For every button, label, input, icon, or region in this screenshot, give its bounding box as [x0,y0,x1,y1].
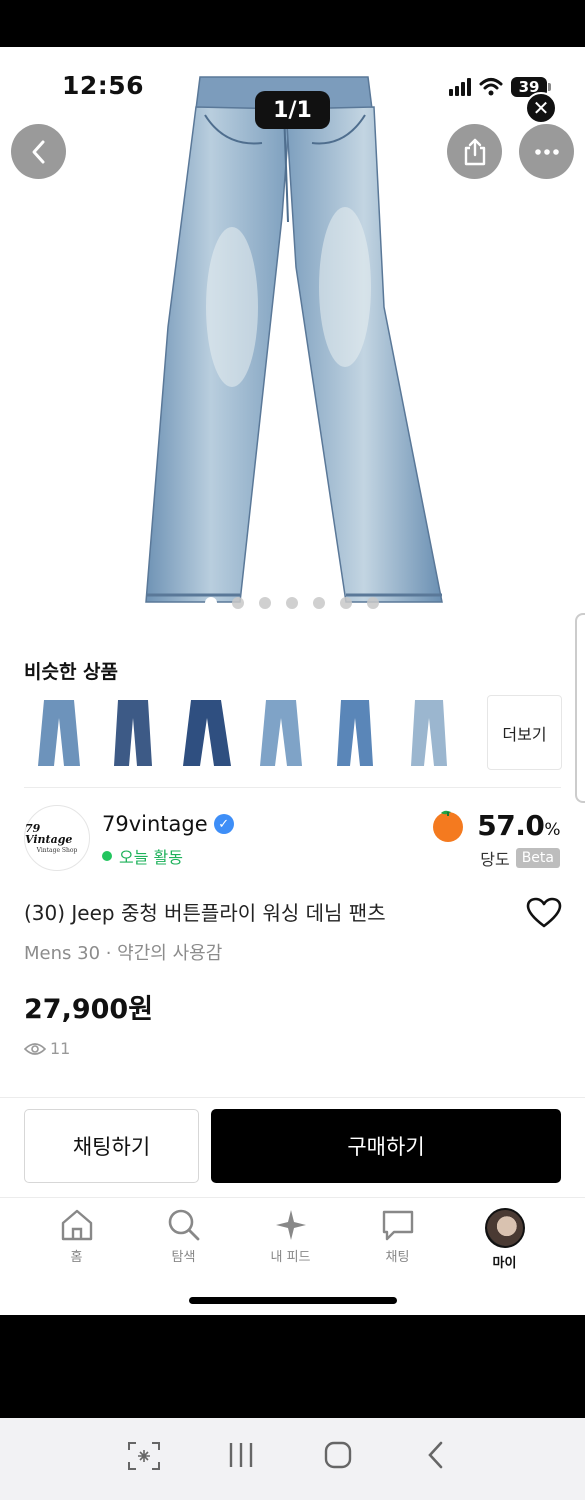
sweetness-score[interactable]: 57.0% [429,807,560,843]
buy-button[interactable]: 구매하기 [211,1109,561,1183]
product-price: 27,900원 [24,994,154,1025]
similar-item[interactable] [24,695,94,771]
sweetness-label: 당도 [480,850,510,869]
tab-search[interactable]: 탐색 [130,1198,237,1277]
home-indicator[interactable] [189,1297,397,1304]
sweetness-value: 57.0% [477,809,560,842]
back-nav-icon[interactable] [424,1440,448,1470]
gallery-page-dots [205,597,379,609]
view-count: 11 [24,1039,70,1058]
similar-item[interactable] [172,695,242,771]
page-dot [259,597,271,609]
divider [24,787,561,788]
close-icon[interactable]: ✕ [525,92,557,124]
product-title: (30) Jeep 중청 버튼플라이 워싱 데님 팬츠 [24,901,386,925]
tab-my[interactable]: 마이 [451,1198,558,1277]
chat-button[interactable]: 채팅하기 [24,1109,199,1183]
sweetness-unit: % [544,819,560,840]
tab-label: 채팅 [385,1250,410,1265]
back-button[interactable] [11,124,66,179]
sweetness-label-row: 당도 Beta [480,846,560,870]
tab-label: 탐색 [171,1250,196,1265]
verified-check-icon: ✓ [213,814,234,834]
similar-item[interactable] [98,695,168,771]
seller-activity: 오늘 활동 [102,844,183,868]
recent-apps-icon[interactable] [226,1440,256,1470]
similar-item[interactable] [394,695,464,771]
similar-more-button[interactable]: 더보기 [487,695,562,770]
beta-badge: Beta [515,848,560,868]
jeans-photo [145,76,443,603]
page-dot [367,597,379,609]
home-icon [61,1209,92,1241]
heart-icon[interactable] [526,897,562,929]
chat-bubble-icon [382,1210,413,1241]
profile-avatar [484,1208,525,1248]
sparkle-icon [275,1210,306,1240]
product-image-gallery[interactable]: 12:56 39 1/1 ✕ [0,47,585,622]
wifi-icon [479,78,503,96]
bottom-black-bar [0,1315,585,1418]
tab-label: 내 피드 [270,1250,311,1265]
page-dot [340,597,352,609]
page-dot [205,597,217,609]
search-icon [168,1209,199,1241]
activity-label: 오늘 활동 [119,848,183,867]
product-subtitle: Mens 30 · 약간의 사용감 [24,943,223,964]
similar-item[interactable] [246,695,316,771]
more-options-button[interactable] [519,124,574,179]
app-screen: 12:56 39 1/1 ✕ 비슷한 상품 더보기 79 Vintage Vin… [0,47,585,1315]
share-icon [464,138,485,165]
status-time: 12:56 [62,71,145,100]
view-count-value: 11 [50,1039,71,1058]
page-dot [313,597,325,609]
sweetness-number: 57.0 [477,808,545,842]
scroll-indicator[interactable] [575,613,585,803]
tab-home[interactable]: 홈 [23,1198,130,1277]
seller-logo-subtext: Vintage Shop [36,846,78,854]
home-button-icon[interactable] [323,1440,353,1470]
orange-fruit-icon [433,810,464,842]
cellular-signal-icon [449,78,471,96]
seller-avatar[interactable]: 79 Vintage Vintage Shop [24,805,90,871]
image-counter: 1/1 [255,91,330,129]
android-navigation-bar [0,1418,585,1500]
tab-label: 마이 [492,1256,517,1271]
seller-name: 79vintage [102,812,208,836]
seller-name-row[interactable]: 79vintage ✓ [102,812,234,836]
action-bar-divider [0,1097,585,1098]
seller-logo-text: 79 Vintage [25,821,73,846]
chevron-left-icon [32,140,44,163]
top-black-bar [0,0,585,47]
similar-section-title: 비슷한 상품 [24,661,119,683]
screenshot-capture-icon[interactable] [126,1440,162,1472]
online-dot-icon [102,851,112,861]
tab-feed[interactable]: 내 피드 [237,1198,344,1277]
eye-icon [24,1042,46,1055]
share-button[interactable] [447,124,502,179]
bottom-tab-bar: 홈 탐색 내 피드 채팅 마이 [0,1197,585,1277]
similar-items-row [24,695,464,771]
tab-chat[interactable]: 채팅 [344,1198,451,1277]
more-dots-icon [534,148,559,155]
page-dot [232,597,244,609]
similar-item[interactable] [320,695,390,771]
page-dot [286,597,298,609]
tab-label: 홈 [70,1250,83,1265]
